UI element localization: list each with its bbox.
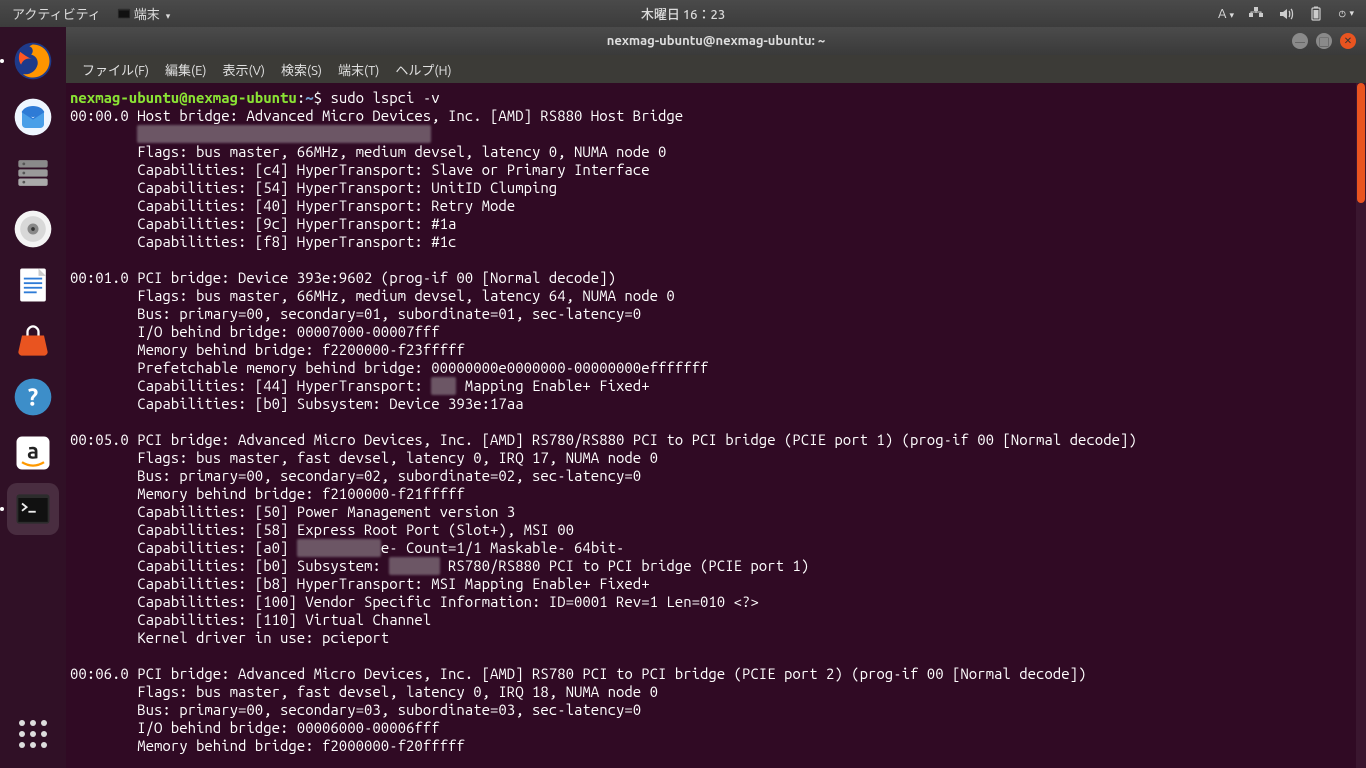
clock[interactable]: 木曜日 16：23 xyxy=(641,4,725,23)
launcher-amazon[interactable]: a xyxy=(7,427,59,479)
minimize-button[interactable]: ─ xyxy=(1292,33,1308,49)
gnome-top-bar: アクティビティ 端末 ▾ 木曜日 16：23 A▾ ▾ xyxy=(0,0,1366,27)
app-menu-label: 端末 xyxy=(134,8,160,22)
launcher-rhythmbox[interactable] xyxy=(7,203,59,255)
svg-text:?: ? xyxy=(28,383,38,410)
activities-button[interactable]: アクティビティ xyxy=(12,4,101,23)
menu-view[interactable]: 表示(V) xyxy=(217,56,271,83)
terminal-window: nexmag-ubuntu@nexmag-ubuntu: ~ ─ ▢ ✕ ファイ… xyxy=(66,27,1366,768)
battery-icon[interactable] xyxy=(1308,6,1324,22)
launcher-firefox[interactable] xyxy=(7,35,59,87)
window-title: nexmag-ubuntu@nexmag-ubuntu: ~ xyxy=(607,34,825,48)
menu-search[interactable]: 検索(S) xyxy=(275,56,328,83)
launcher-help[interactable]: ? xyxy=(7,371,59,423)
launcher-libreoffice-writer[interactable] xyxy=(7,259,59,311)
power-icon[interactable]: ▾ xyxy=(1338,6,1354,22)
window-titlebar[interactable]: nexmag-ubuntu@nexmag-ubuntu: ~ ─ ▢ ✕ xyxy=(66,27,1366,55)
launcher-files[interactable] xyxy=(7,147,59,199)
network-icon[interactable] xyxy=(1248,6,1264,22)
app-menu[interactable]: 端末 ▾ xyxy=(117,4,171,23)
scrollbar-thumb[interactable] xyxy=(1357,83,1365,203)
close-button[interactable]: ✕ xyxy=(1340,33,1356,49)
menu-help[interactable]: ヘルプ(H) xyxy=(389,56,457,83)
chevron-down-icon: ▾ xyxy=(1349,8,1354,19)
terminal-output[interactable]: nexmag-ubuntu@nexmag-ubuntu:~$ sudo lspc… xyxy=(66,83,1366,768)
show-applications-button[interactable] xyxy=(7,708,59,760)
launcher-ubuntu-software[interactable] xyxy=(7,315,59,367)
dock: ? a xyxy=(0,27,66,768)
maximize-button[interactable]: ▢ xyxy=(1316,33,1332,49)
input-source-indicator[interactable]: A▾ xyxy=(1218,7,1234,21)
launcher-terminal[interactable] xyxy=(7,483,59,535)
menu-terminal[interactable]: 端末(T) xyxy=(332,56,385,83)
chevron-down-icon: ▾ xyxy=(166,11,171,21)
terminal-menubar: ファイル(F) 編集(E) 表示(V) 検索(S) 端末(T) ヘルプ(H) xyxy=(66,55,1366,83)
scrollbar[interactable] xyxy=(1356,83,1366,768)
svg-text:a: a xyxy=(27,439,39,464)
launcher-thunderbird[interactable] xyxy=(7,91,59,143)
menu-file[interactable]: ファイル(F) xyxy=(76,56,155,83)
volume-icon[interactable] xyxy=(1278,6,1294,22)
menu-edit[interactable]: 編集(E) xyxy=(159,56,212,83)
